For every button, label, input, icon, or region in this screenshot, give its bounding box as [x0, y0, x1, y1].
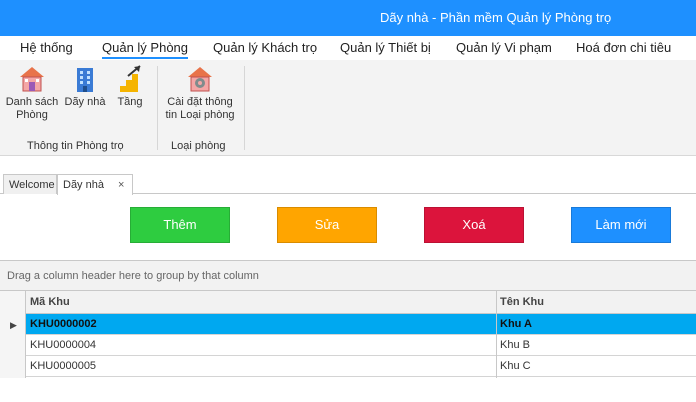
focused-row-icon: ▶ [10, 320, 17, 330]
row-indicator-column [0, 291, 26, 378]
refresh-button[interactable]: Làm mới [571, 207, 671, 243]
house-icon [20, 67, 44, 92]
ribbon-group-separator [157, 66, 158, 150]
tab-label: Dãy nhà [63, 179, 104, 191]
column-header-ma-khu[interactable]: Mã Khu [30, 296, 70, 308]
ribbon-group-label: Thông tin Phòng trọ [27, 140, 124, 152]
cell-ma-khu[interactable]: KHU0000004 [30, 339, 96, 351]
grid-header: Mã Khu Tên Khu [0, 291, 696, 314]
ribbon-button-label: Dãy nhà [64, 96, 106, 108]
window-title: Dãy nhà - Phần mềm Quản lý Phòng trọ [380, 10, 612, 25]
tab-quan-ly-thiet-bi[interactable]: Quản lý Thiết bị [340, 40, 431, 55]
tab-he-thong[interactable]: Hệ thống [20, 40, 73, 55]
ribbon-button-danh-sach-phong[interactable]: Danh sách Phòng [4, 64, 60, 122]
ribbon-group-label: Loại phòng [171, 140, 226, 152]
column-header-ten-khu[interactable]: Tên Khu [500, 296, 544, 308]
ribbon-button-label: Tầng [117, 96, 143, 108]
ribbon-group-separator [244, 66, 245, 150]
tab-quan-ly-khach-tro[interactable]: Quản lý Khách trọ [213, 40, 317, 55]
ribbon-button-label: Danh sách Phòng [5, 96, 59, 121]
building-icon [77, 68, 93, 92]
title-bar: Dãy nhà - Phần mềm Quản lý Phòng trọ [0, 0, 696, 36]
tab-hoa-don-chi-tieu[interactable]: Hoá đơn chi tiêu [576, 40, 671, 55]
house-settings-icon [188, 67, 212, 92]
tab-welcome[interactable]: Welcome [3, 174, 57, 194]
tab-label: Welcome [9, 179, 55, 191]
cell-ten-khu[interactable]: Khu C [500, 360, 531, 372]
table-row[interactable]: KHU0000004 Khu B [26, 335, 696, 356]
cell-ma-khu[interactable]: KHU0000005 [30, 360, 96, 372]
ribbon-button-day-nha[interactable]: Dãy nhà [62, 64, 108, 109]
column-divider [496, 291, 497, 378]
ribbon-button-cai-dat-loai-phong[interactable]: Cài đặt thông tin Loại phòng [164, 64, 236, 122]
delete-button[interactable]: Xoá [424, 207, 524, 243]
ribbon: Danh sách Phòng Dãy nhà Tầng Thông tin P… [0, 60, 696, 156]
group-by-panel[interactable]: Drag a column header here to group by th… [0, 260, 696, 291]
ribbon-button-label: Cài đặt thông tin Loại phòng [165, 96, 235, 121]
menu-bar: Hệ thống Quản lý Phòng Quản lý Khách trọ… [0, 36, 696, 60]
tab-quan-ly-phong[interactable]: Quản lý Phòng [102, 40, 189, 59]
document-tabs: Welcome Dãy nhà × [0, 170, 696, 195]
stairs-icon [120, 65, 141, 92]
table-row[interactable]: KHU0000005 Khu C [26, 356, 696, 377]
close-icon[interactable]: × [118, 179, 124, 191]
cell-ten-khu[interactable]: Khu B [500, 339, 530, 351]
ribbon-button-tang[interactable]: Tầng [112, 64, 148, 109]
edit-button[interactable]: Sửa [277, 207, 377, 243]
cell-ma-khu[interactable]: KHU0000002 [30, 318, 97, 330]
add-button[interactable]: Thêm [130, 207, 230, 243]
tab-day-nha[interactable]: Dãy nhà × [57, 174, 133, 195]
cell-ten-khu[interactable]: Khu A [500, 318, 532, 330]
table-row[interactable]: KHU0000002 Khu A [26, 314, 696, 335]
tab-quan-ly-vi-pham[interactable]: Quản lý Vi phạm [456, 40, 552, 55]
